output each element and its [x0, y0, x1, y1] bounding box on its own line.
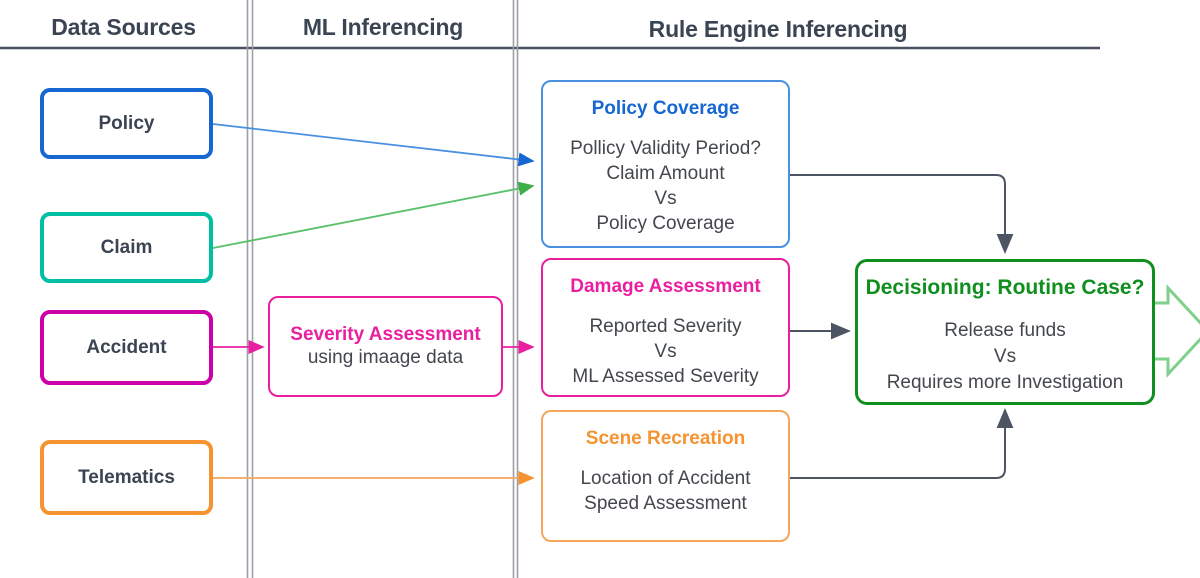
node-accident[interactable]: Accident [40, 310, 213, 385]
node-claim-label: Claim [100, 236, 153, 258]
node-telematics-label: Telematics [78, 466, 175, 488]
node-decisioning-body: Release funds Vs Requires more Investiga… [886, 320, 1124, 393]
node-decisioning[interactable]: Decisioning: Routine Case? Release funds… [855, 259, 1155, 405]
node-policy[interactable]: Policy [40, 88, 213, 159]
link-claim-to-coverage [212, 181, 535, 249]
link-coverage-to-decisioning [790, 174, 1014, 254]
node-damage-assessment-title: Damage Assessment [570, 276, 761, 297]
diagram-canvas: Data Sources ML Inferencing Rule Engine … [0, 0, 1200, 578]
node-scene-recreation-body: Location of Accident Speed Assessment [580, 468, 751, 514]
node-telematics[interactable]: Telematics [40, 440, 213, 515]
node-accident-label: Accident [86, 336, 167, 358]
column-header-rule-engine-inferencing: Rule Engine Inferencing [648, 16, 908, 42]
divider-ml-rules [512, 0, 519, 578]
column-header-data-sources: Data Sources [51, 14, 196, 40]
node-policy-label: Policy [98, 112, 155, 134]
node-policy-coverage[interactable]: Policy Coverage Pollicy Validity Period?… [541, 80, 790, 248]
node-severity-assessment-body: using imaage data [307, 346, 464, 368]
node-severity-assessment[interactable]: Severity Assessment using imaage data [268, 296, 503, 397]
node-decisioning-title: Decisioning: Routine Case? [865, 276, 1145, 299]
column-header-ml-inferencing: ML Inferencing [302, 14, 464, 40]
divider-data-ml [246, 0, 254, 578]
link-policy-to-coverage [212, 123, 535, 167]
node-damage-assessment-body: Reported Severity Vs ML Assessed Severit… [572, 316, 759, 387]
node-scene-recreation-title: Scene Recreation [585, 428, 746, 449]
node-policy-coverage-title: Policy Coverage [591, 98, 740, 119]
node-damage-assessment[interactable]: Damage Assessment Reported Severity Vs M… [541, 258, 790, 397]
link-scene-to-decisioning [790, 408, 1014, 479]
node-scene-recreation[interactable]: Scene Recreation Location of Accident Sp… [541, 410, 790, 542]
node-claim[interactable]: Claim [40, 212, 213, 283]
node-severity-assessment-title: Severity Assessment [290, 323, 481, 345]
node-policy-coverage-body: Pollicy Validity Period? Claim Amount Vs… [570, 138, 761, 234]
